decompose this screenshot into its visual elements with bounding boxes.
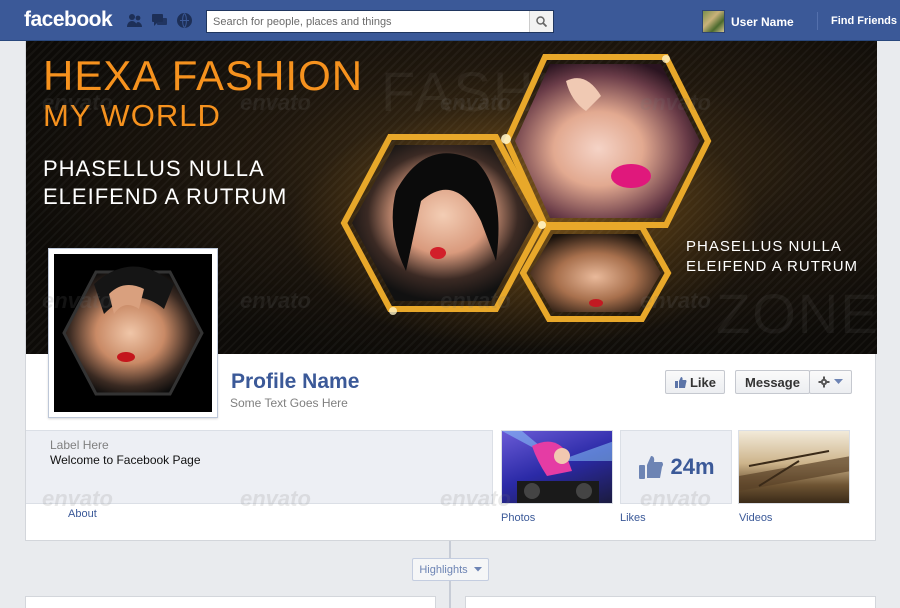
cover-sparkle (501, 134, 511, 144)
messages-icon[interactable] (151, 12, 168, 29)
user-name[interactable]: User Name (731, 15, 794, 29)
photos-thumbnail-speaker (576, 483, 592, 499)
profile-picture-image (54, 254, 212, 412)
highlights-dropdown[interactable]: Highlights (412, 558, 489, 581)
like-button-label: Like (689, 374, 716, 390)
cover-tagline-small-line1: PHASELLUS NULLA (686, 238, 842, 255)
cover-hexagon-photo (515, 64, 700, 218)
cover-hexagon-lips (430, 247, 446, 259)
cover-tagline-line2: ELEIFEND A RUTRUM (43, 184, 288, 209)
highlights-label: Highlights (419, 563, 468, 576)
cover-tagline-small-line2: ELEIFEND A RUTRUM (686, 258, 859, 275)
like-button[interactable]: Like (665, 370, 725, 394)
profile-name[interactable]: Profile Name (231, 370, 359, 394)
search-icon (536, 16, 547, 27)
user-menu[interactable]: User Name (702, 10, 794, 33)
chevron-down-icon (834, 379, 843, 384)
gear-icon (818, 376, 830, 388)
cover-sparkle (389, 307, 397, 315)
timeline-post[interactable] (25, 596, 436, 608)
photos-label[interactable]: Photos (501, 512, 535, 524)
message-button-label: Message (745, 374, 800, 390)
find-friends-link[interactable]: Find Friends (831, 15, 897, 27)
search-button[interactable] (529, 11, 553, 32)
search-input[interactable] (207, 11, 529, 32)
search-bar (206, 10, 554, 33)
about-box[interactable]: Label Here Welcome to Facebook Page (26, 430, 493, 504)
photos-thumbnail[interactable] (501, 430, 613, 504)
like-thumb-icon (674, 376, 687, 388)
notifications-icon[interactable] (176, 12, 193, 29)
nav-divider (817, 12, 818, 30)
profile-hexagon-photo (62, 266, 204, 396)
cover-sparkle (538, 221, 546, 229)
videos-thumbnail-image (739, 450, 849, 491)
top-navigation-bar: facebook User Name Find Friends (0, 0, 900, 41)
page-settings-button[interactable] (809, 370, 852, 394)
likes-count: 24m (670, 454, 715, 479)
cover-tagline-small: PHASELLUS NULLA ELEIFEND A RUTRUM (686, 237, 858, 277)
about-text: Welcome to Facebook Page (50, 453, 201, 467)
cover-title: HEXA FASHION (43, 52, 364, 99)
cover-hexagon-lips (589, 299, 603, 307)
cover-tagline: PHASELLUS NULLA ELEIFEND A RUTRUM (43, 155, 287, 211)
message-button[interactable]: Message (735, 370, 810, 394)
videos-thumbnail[interactable] (738, 430, 850, 504)
facebook-logo[interactable]: facebook (24, 8, 113, 32)
videos-thumbnail-structure (739, 456, 849, 491)
cover-sparkle (662, 55, 670, 63)
photos-thumbnail-image (502, 431, 612, 503)
cover-hexagon-lips (611, 164, 651, 188)
page-header-card: FASHION ZONE HEXA FASHION MY WORLD PHASE… (25, 41, 877, 541)
likes-thumbnail[interactable]: 24m (620, 430, 732, 504)
timeline-post[interactable] (465, 596, 876, 608)
notification-jewels (126, 12, 193, 29)
about-label: Label Here (50, 438, 109, 452)
profile-picture[interactable] (48, 248, 218, 418)
videos-label[interactable]: Videos (739, 512, 772, 524)
cover-tagline-line1: PHASELLUS NULLA (43, 156, 265, 181)
like-thumb-icon (639, 456, 664, 479)
chevron-down-icon (473, 567, 482, 572)
profile-subtitle: Some Text Goes Here (230, 396, 348, 410)
likes-label[interactable]: Likes (620, 512, 646, 524)
profile-hexagon-lips (117, 352, 135, 362)
photos-thumbnail-speaker (524, 483, 540, 499)
user-avatar[interactable] (702, 10, 725, 33)
friend-requests-icon[interactable] (126, 12, 143, 29)
cover-subtitle: MY WORLD (43, 98, 221, 133)
photos-thumbnail-head (554, 448, 570, 464)
about-link[interactable]: About (68, 508, 97, 520)
